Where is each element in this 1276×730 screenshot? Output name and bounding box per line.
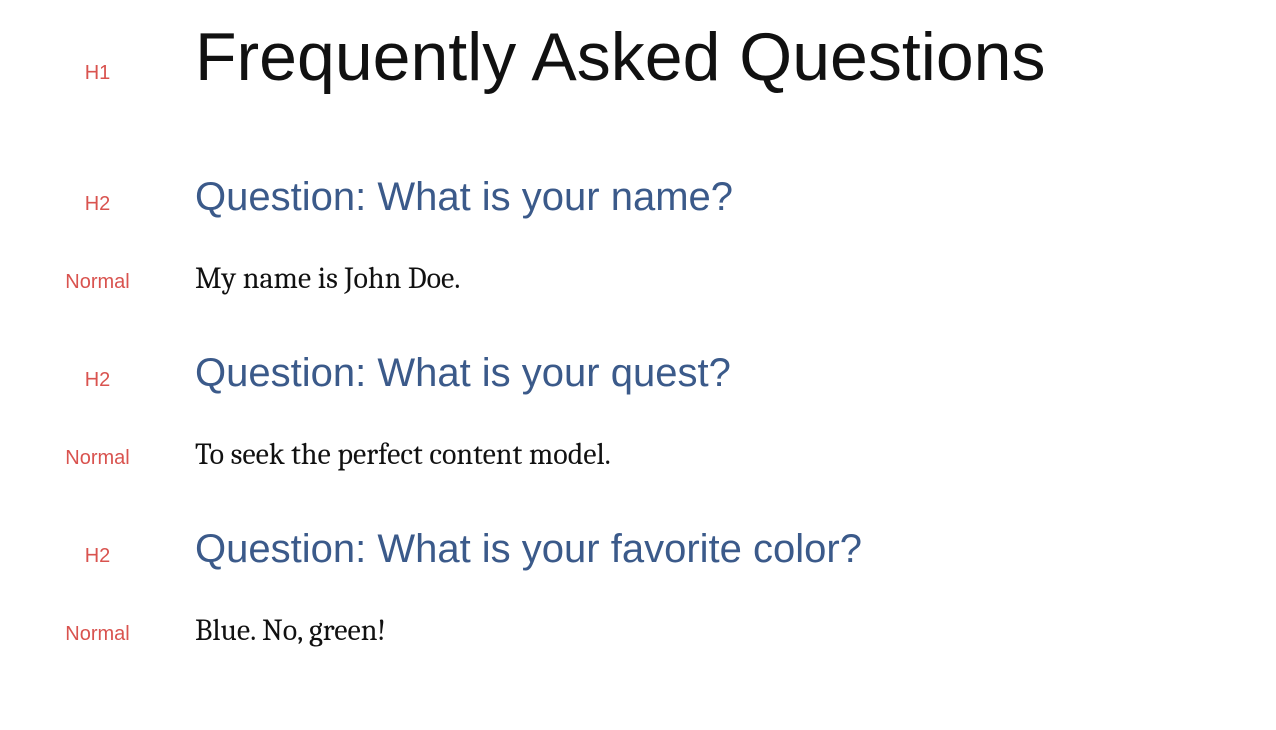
faq-answer: My name is John Doe.	[195, 261, 1236, 297]
spacer	[0, 221, 1236, 261]
spacer	[0, 573, 1236, 613]
faq-question: Question: What is your name?	[195, 173, 1236, 221]
style-label-normal: Normal	[0, 447, 195, 470]
style-label-normal: Normal	[0, 271, 195, 294]
spacer	[0, 473, 1236, 525]
style-label-h1: H1	[0, 20, 195, 85]
faq-answer: Blue. No, green!	[195, 613, 1236, 649]
heading-2-row: H2 Question: What is your quest?	[0, 349, 1236, 397]
heading-1-row: H1 Frequently Asked Questions	[0, 20, 1236, 95]
spacer	[0, 397, 1236, 437]
spacer	[0, 95, 1236, 173]
heading-2-row: H2 Question: What is your name?	[0, 173, 1236, 221]
faq-question: Question: What is your quest?	[195, 349, 1236, 397]
document-page: H1 Frequently Asked Questions H2 Questio…	[0, 0, 1276, 730]
heading-2-row: H2 Question: What is your favorite color…	[0, 525, 1236, 573]
faq-question: Question: What is your favorite color?	[195, 525, 1236, 573]
style-label-normal: Normal	[0, 623, 195, 646]
faq-answer: To seek the perfect content model.	[195, 437, 1236, 473]
style-label-h2: H2	[0, 545, 195, 568]
style-label-h2: H2	[0, 369, 195, 392]
style-label-h2: H2	[0, 193, 195, 216]
page-title: Frequently Asked Questions	[195, 20, 1236, 95]
normal-row: Normal To seek the perfect content model…	[0, 437, 1236, 473]
normal-row: Normal Blue. No, green!	[0, 613, 1236, 649]
normal-row: Normal My name is John Doe.	[0, 261, 1236, 297]
spacer	[0, 297, 1236, 349]
